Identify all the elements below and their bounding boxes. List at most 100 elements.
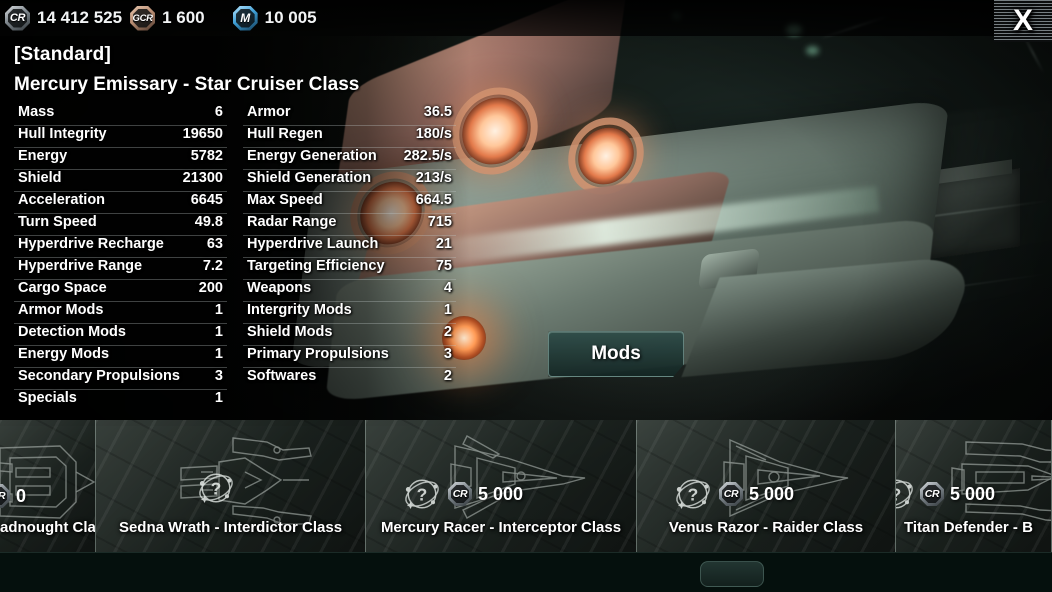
stat-value: 180/s — [415, 126, 452, 142]
stat-label: Energy Mods — [18, 346, 110, 362]
system-navigation-bar — [0, 552, 1052, 592]
ship-price: CR 5 000 — [920, 482, 995, 506]
ship-card-name: adnought Class — [0, 519, 96, 536]
stat-label: Shield Mods — [247, 324, 333, 340]
stat-value: 63 — [206, 236, 223, 252]
stat-row: Intergrity Mods 1 — [243, 302, 456, 324]
stat-label: Shield — [18, 170, 62, 186]
gcr-symbol: GCR — [132, 12, 153, 24]
stat-row: Armor Mods 1 — [14, 302, 227, 324]
stat-value: 1 — [214, 302, 223, 318]
stat-value: 21 — [435, 236, 452, 252]
stat-label: Max Speed — [247, 192, 323, 208]
stat-row: Turn Speed 49.8 — [14, 214, 227, 236]
stat-row: Cargo Space 200 — [14, 280, 227, 302]
stat-row: Weapons 4 — [243, 280, 456, 302]
stat-value: 1 — [214, 324, 223, 340]
svg-text:?: ? — [896, 484, 901, 504]
ship-price: CR 0 — [0, 484, 26, 508]
game-screen: CR 14 412 525 GCR 1 600 M 10 005 X [Stan… — [0, 0, 1052, 592]
stat-value: 3 — [214, 368, 223, 384]
stat-label: Acceleration — [18, 192, 106, 208]
stat-row: Detection Mods 1 — [14, 324, 227, 346]
ship-carousel[interactable]: CR 0 adnought Class? Sedna Wrath - Interdic… — [0, 420, 1052, 552]
ship-grade-label: [Standard] — [14, 44, 111, 65]
ship-card[interactable]: ? CR 5 000 Venus Razor - Raider Class — [637, 420, 896, 552]
stat-row: Radar Range 715 — [243, 214, 456, 236]
stat-row: Max Speed 664.5 — [243, 192, 456, 214]
stat-label: Energy Generation — [247, 148, 377, 164]
close-icon: X — [1012, 4, 1033, 37]
currency-galactic-credits[interactable]: GCR 1 600 — [130, 5, 205, 31]
stat-value: 282.5/s — [403, 148, 452, 164]
stat-value: 213/s — [415, 170, 452, 186]
stat-row: Acceleration 6645 — [14, 192, 227, 214]
svg-text:?: ? — [417, 484, 428, 504]
ship-price-value: 5 000 — [950, 483, 996, 504]
stat-value: 6645 — [190, 192, 223, 208]
stat-value: 4 — [443, 280, 452, 296]
cr-credits-icon: CR — [5, 5, 30, 31]
credits-value: 14 412 525 — [37, 8, 123, 27]
stat-value: 715 — [427, 214, 452, 230]
ship-card[interactable]: ? Sedna Wrath - Interdictor Class — [96, 420, 366, 552]
stat-value: 5782 — [190, 148, 223, 164]
stats-column-left: Mass 6 Hull Integrity 19650 Energy 5782 Shield… — [14, 104, 227, 412]
currency-medals[interactable]: M 10 005 — [232, 5, 317, 31]
stat-value: 49.8 — [194, 214, 223, 230]
stat-label: Turn Speed — [18, 214, 97, 230]
question-mark-orbit-icon[interactable]: ? — [194, 466, 238, 510]
cr-credits-icon: CR — [448, 482, 472, 506]
mods-button[interactable]: Mods — [548, 331, 684, 377]
question-mark-orbit-icon[interactable]: ? — [400, 472, 444, 516]
ship-stats-panel: Mass 6 Hull Integrity 19650 Energy 5782 Shield… — [14, 104, 456, 412]
stat-row: Hyperdrive Recharge 63 — [14, 236, 227, 258]
stat-label: Specials — [18, 390, 77, 406]
stat-label: Energy — [18, 148, 68, 164]
ship-card[interactable]: CR 0 adnought Class — [0, 420, 96, 552]
ship-price: CR 5 000 — [448, 482, 523, 506]
ship-card[interactable]: ? CR 5 000 Mercury Racer - Interceptor Clas… — [366, 420, 637, 552]
stat-value: 75 — [435, 258, 452, 274]
stat-row: Hull Integrity 19650 — [14, 126, 227, 148]
stat-label: Detection Mods — [18, 324, 126, 340]
ship-thumbnail — [437, 428, 597, 533]
question-mark-orbit-icon[interactable]: ? — [896, 472, 918, 516]
stat-value: 1 — [214, 390, 223, 406]
stat-label: Radar Range — [247, 214, 337, 230]
currency-bar: CR 14 412 525 GCR 1 600 M 10 005 — [0, 0, 1052, 36]
question-mark-orbit-icon[interactable]: ? — [671, 472, 715, 516]
stat-label: Hyperdrive Range — [18, 258, 143, 274]
stat-value: 1 — [443, 302, 452, 318]
home-button[interactable] — [700, 561, 764, 587]
cr-symbol: CR — [9, 12, 26, 24]
stat-row: Energy Generation 282.5/s — [243, 148, 456, 170]
stat-label: Intergrity Mods — [247, 302, 352, 318]
ship-card-name: Titan Defender - B — [904, 519, 1033, 536]
stat-row: Hyperdrive Launch 21 — [243, 236, 456, 258]
currency-credits[interactable]: CR 14 412 525 — [5, 5, 123, 31]
stat-row: Energy 5782 — [14, 148, 227, 170]
medals-value: 10 005 — [264, 8, 317, 27]
gcr-galactic-credits-icon: GCR — [130, 5, 156, 31]
stat-value: 7.2 — [202, 258, 223, 274]
ship-price-value: 0 — [16, 485, 27, 506]
stat-row: Primary Propulsions 3 — [243, 346, 456, 368]
stat-value: 19650 — [182, 126, 223, 142]
stat-value: 200 — [198, 280, 223, 296]
stat-label: Armor Mods — [18, 302, 104, 318]
cr-symbol: CR — [924, 488, 940, 500]
close-button[interactable]: X — [994, 0, 1052, 42]
stat-value: 1 — [214, 346, 223, 362]
stat-row: Shield 21300 — [14, 170, 227, 192]
ship-card[interactable]: ? CR 5 000 Titan Defender - B — [896, 420, 1052, 552]
stat-value: 3 — [443, 346, 452, 362]
mods-button-label: Mods — [591, 343, 641, 364]
ship-card-name: Sedna Wrath - Interdictor Class — [118, 519, 343, 536]
galactic-credits-value: 1 600 — [162, 8, 205, 27]
stat-label: Primary Propulsions — [247, 346, 389, 362]
cr-credits-icon: CR — [719, 482, 743, 506]
hangar-light-3 — [806, 46, 819, 55]
stat-label: Secondary Propulsions — [18, 368, 180, 384]
cr-credits-icon: CR — [0, 484, 10, 508]
